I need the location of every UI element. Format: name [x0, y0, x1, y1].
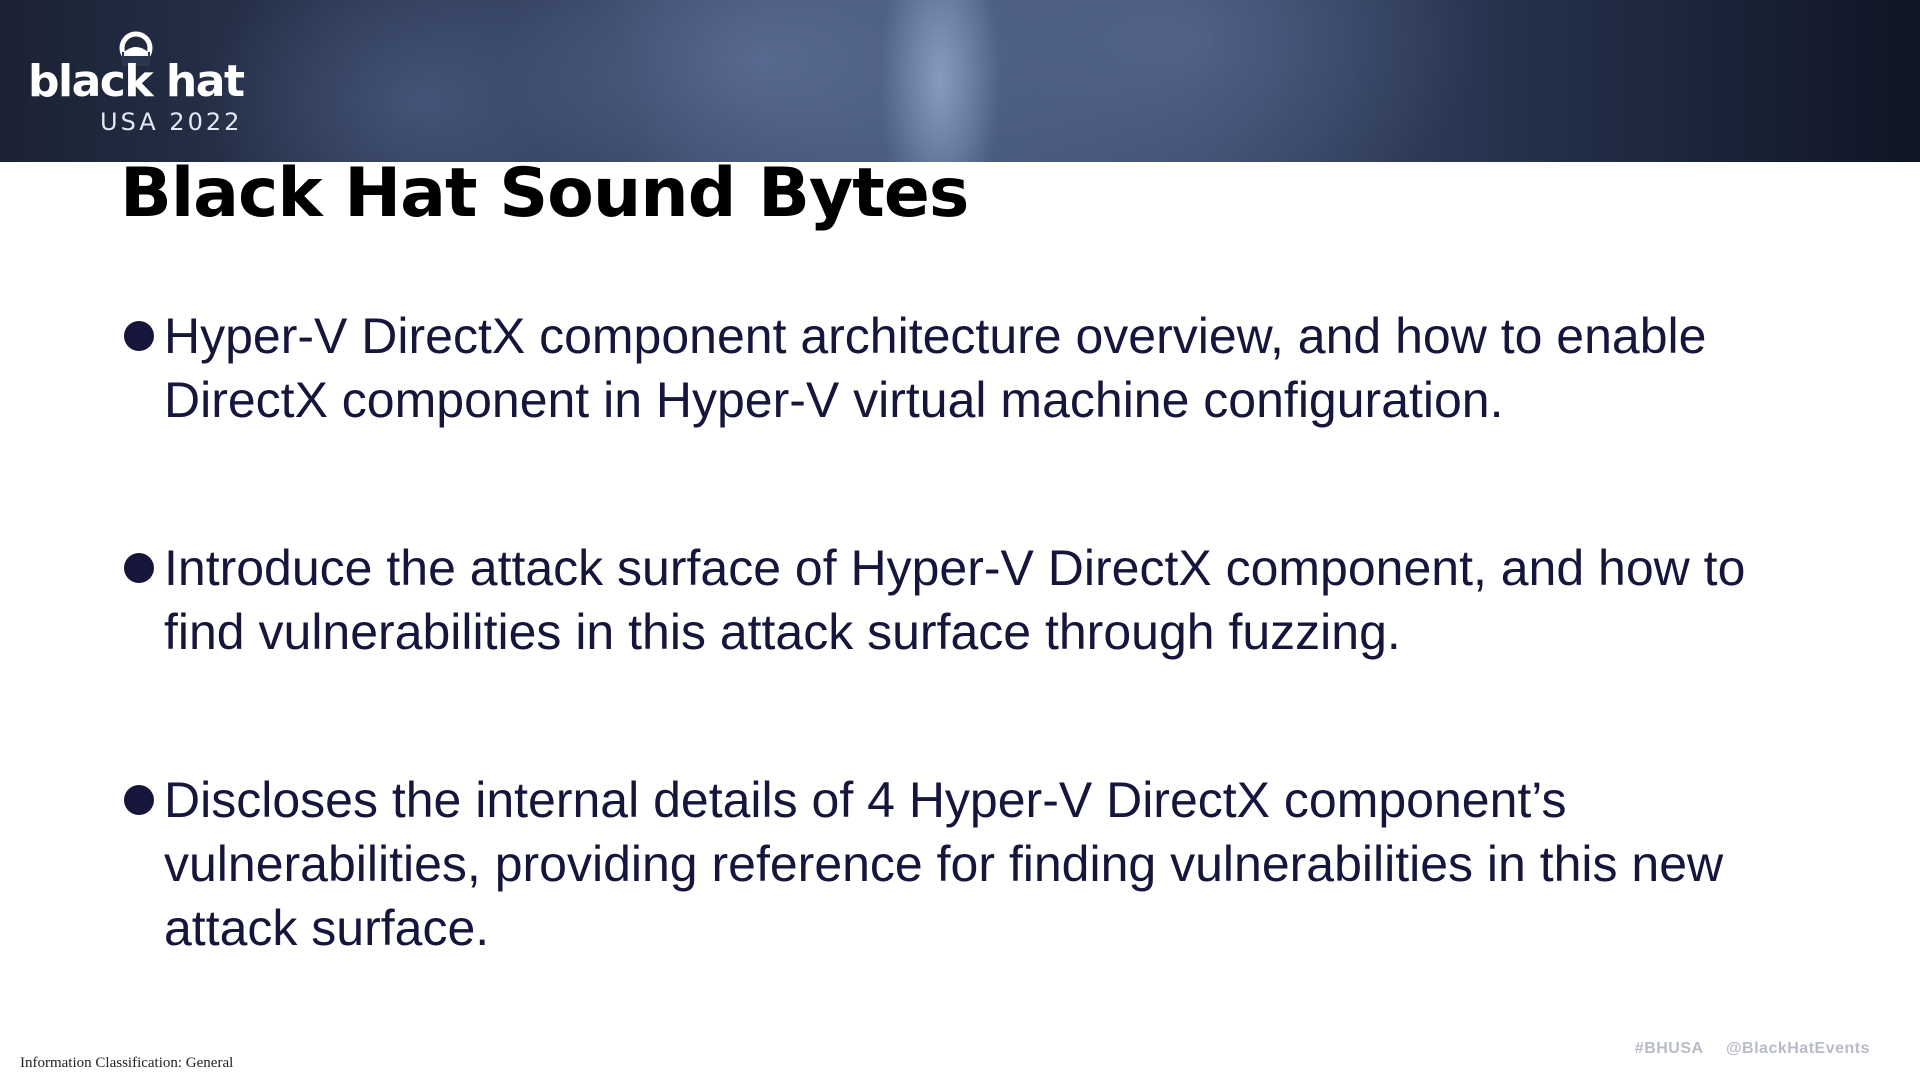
bullet-list: Hyper-V DirectX component architecture o… — [124, 304, 1824, 960]
bullet-text: Hyper-V DirectX component architecture o… — [164, 308, 1707, 428]
bullet-text: Introduce the attack surface of Hyper-V … — [164, 540, 1746, 660]
bullet-dot-icon — [124, 321, 154, 351]
twitter-handle-label: @BlackHatEvents — [1725, 1040, 1870, 1057]
bullet-dot-icon — [124, 553, 154, 583]
bullet-text: Discloses the internal details of 4 Hype… — [164, 772, 1724, 956]
classification-label: Information Classification: General — [20, 1055, 234, 1071]
bullet-item: Discloses the internal details of 4 Hype… — [124, 768, 1824, 960]
bullet-dot-icon — [124, 785, 154, 815]
header-banner: black hat USA 2022 — [0, 0, 1920, 162]
slide-title: Black Hat Sound Bytes — [120, 154, 969, 233]
bullet-item: Hyper-V DirectX component architecture o… — [124, 304, 1824, 432]
blackhat-logo: black hat USA 2022 — [28, 30, 308, 140]
footer-social-tags: #BHUSA @BlackHatEvents — [1635, 1040, 1870, 1058]
logo-event-label: USA 2022 — [100, 108, 243, 136]
logo-wordmark: black hat — [28, 56, 245, 107]
bullet-item: Introduce the attack surface of Hyper-V … — [124, 536, 1824, 664]
hashtag-label: #BHUSA — [1634, 1040, 1703, 1057]
